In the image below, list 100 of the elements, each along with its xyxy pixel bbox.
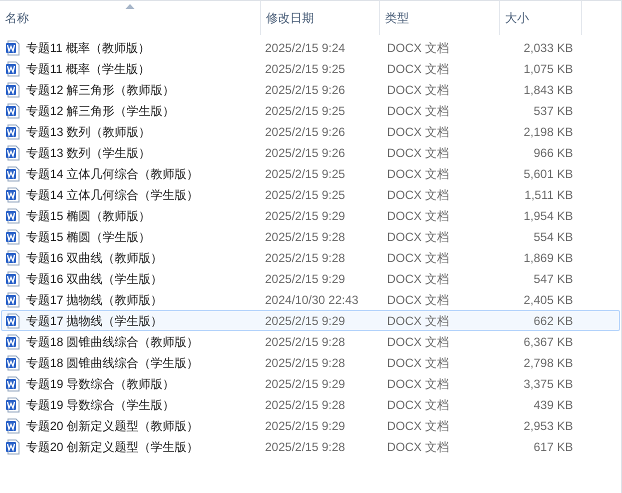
file-name: 专题12 解三角形（学生版） [26,102,175,120]
modified-date: 2025/2/15 9:26 [264,124,346,140]
file-type: DOCX 文档 [386,438,450,456]
file-type: DOCX 文档 [386,208,450,224]
file-type: DOCX 文档 [386,334,450,350]
word-document-icon [5,418,21,434]
file-name: 专题18 圆锥曲线综合（教师版） [26,334,199,350]
file-row[interactable]: 专题14 立体几何综合（教师版） 2025/2/15 9:25 DOCX 文档 5,601 KB [1,163,620,184]
file-row[interactable]: 专题18 圆锥曲线综合（教师版） 2025/2/15 9:28 DOCX 文档 6,367 KB [1,331,620,352]
file-name: 专题19 导数综合（学生版） [26,396,175,414]
file-size: 2,198 KB [522,124,573,140]
file-row[interactable]: 专题17 抛物线（教师版） 2024/10/30 22:43 DOCX 文档 2,405 KB [1,289,620,310]
file-name: 专题12 解三角形（教师版） [26,82,175,98]
file-row[interactable]: 专题12 解三角形（学生版） 2025/2/15 9:25 DOCX 文档 537 KB [1,100,620,121]
file-row[interactable]: 专题15 椭圆（教师版） 2025/2/15 9:29 DOCX 文档 1,954 KB [1,205,620,226]
word-document-icon [5,60,21,76]
file-type: DOCX 文档 [386,376,450,392]
word-document-icon [5,228,21,244]
file-size: 3,375 KB [522,376,573,392]
file-size: 1,954 KB [522,208,573,224]
word-document-icon [5,312,21,328]
file-row[interactable]: 专题12 解三角形（教师版） 2025/2/15 9:26 DOCX 文档 1,843 KB [1,79,620,100]
file-name: 专题17 抛物线（学生版） [26,312,163,330]
file-size: 2,798 KB [522,354,573,372]
file-row[interactable]: 专题11 概率（教师版） 2025/2/15 9:24 DOCX 文档 2,033 KB [1,37,620,58]
file-row[interactable]: 专题16 双曲线（学生版） 2025/2/15 9:29 DOCX 文档 547 KB [1,268,620,289]
file-name: 专题16 双曲线（学生版） [26,270,163,288]
file-row[interactable]: 专题18 圆锥曲线综合（学生版） 2025/2/15 9:28 DOCX 文档 2,798 KB [1,352,620,373]
modified-date: 2025/2/15 9:28 [264,438,346,456]
file-name: 专题15 椭圆（教师版） [26,208,151,224]
file-row[interactable]: 专题15 椭圆（学生版） 2025/2/15 9:28 DOCX 文档 554 KB [1,226,620,247]
file-row[interactable]: 专题19 导数综合（教师版） 2025/2/15 9:29 DOCX 文档 3,375 KB [1,373,620,394]
file-size: 2,405 KB [522,292,573,308]
file-size: 439 KB [532,396,573,414]
file-type: DOCX 文档 [386,292,450,308]
column-header[interactable]: 名称 [0,1,261,35]
file-type: DOCX 文档 [386,82,450,98]
modified-date: 2025/2/15 9:25 [264,102,346,120]
file-size: 617 KB [532,438,573,456]
file-size: 1,869 KB [522,250,573,266]
file-type: DOCX 文档 [386,124,450,140]
file-type: DOCX 文档 [386,102,450,120]
file-name: 专题13 数列（教师版） [26,124,151,140]
file-row[interactable]: 专题11 概率（学生版） 2025/2/15 9:25 DOCX 文档 1,075 KB [1,58,620,79]
file-name: 专题16 双曲线（教师版） [26,250,163,266]
modified-date: 2025/2/15 9:29 [264,208,346,224]
file-type: DOCX 文档 [386,250,450,266]
file-row[interactable]: 专题20 创新定义题型（教师版） 2025/2/15 9:29 DOCX 文档 2,953 KB [1,415,620,436]
file-row[interactable]: 专题13 数列（教师版） 2025/2/15 9:26 DOCX 文档 2,198 KB [1,121,620,142]
file-type: DOCX 文档 [386,166,450,182]
column-header[interactable]: 修改日期 [261,1,380,35]
file-row[interactable]: 专题17 抛物线（学生版） 2025/2/15 9:29 DOCX 文档 662 KB [1,310,620,331]
modified-date: 2025/2/15 9:26 [264,144,346,162]
modified-date: 2025/2/15 9:28 [264,354,346,372]
modified-date: 2025/2/15 9:25 [264,166,346,182]
file-row[interactable]: 专题19 导数综合（学生版） 2025/2/15 9:28 DOCX 文档 439 KB [1,394,620,415]
file-type: DOCX 文档 [386,228,450,246]
column-header[interactable]: 类型 [380,1,500,35]
file-size: 1,511 KB [524,186,573,204]
file-name: 专题15 椭圆（学生版） [26,228,151,246]
file-size: 966 KB [532,144,573,162]
word-document-icon [5,186,21,202]
file-name: 专题19 导数综合（教师版） [26,376,175,392]
file-size: 537 KB [532,102,573,120]
modified-date: 2025/2/15 9:25 [264,60,346,78]
file-size: 547 KB [532,270,573,288]
file-size: 1,843 KB [522,82,573,98]
file-row[interactable]: 专题13 数列（学生版） 2025/2/15 9:26 DOCX 文档 966 KB [1,142,620,163]
modified-date: 2025/2/15 9:25 [264,186,346,204]
modified-date: 2025/2/15 9:29 [264,376,346,392]
file-type: DOCX 文档 [386,144,450,162]
word-document-icon [5,334,21,350]
file-type: DOCX 文档 [386,312,450,330]
file-type: DOCX 文档 [386,40,450,56]
file-size: 1,075 KB [522,60,573,78]
file-name: 专题11 概率（教师版） [26,40,150,56]
word-document-icon [5,270,21,286]
word-document-icon [5,250,21,266]
file-row[interactable]: 专题16 双曲线（教师版） 2025/2/15 9:28 DOCX 文档 1,869 KB [1,247,620,268]
word-document-icon [5,40,21,56]
file-row[interactable]: 专题20 创新定义题型（学生版） 2025/2/15 9:28 DOCX 文档 617 KB [1,436,620,457]
modified-date: 2024/10/30 22:43 [264,292,360,308]
file-size: 662 KB [532,312,573,330]
file-name: 专题17 抛物线（教师版） [26,292,163,308]
file-type: DOCX 文档 [386,60,450,78]
modified-date: 2025/2/15 9:28 [264,334,346,350]
word-document-icon [5,396,21,412]
file-name: 专题14 立体几何综合（学生版） [26,186,199,204]
word-document-icon [5,438,21,454]
file-size: 2,033 KB [522,40,573,56]
file-name: 专题20 创新定义题型（学生版） [26,438,199,456]
modified-date: 2025/2/15 9:28 [264,228,346,246]
file-size: 2,953 KB [522,418,573,434]
file-name: 专题20 创新定义题型（教师版） [26,418,199,434]
word-document-icon [5,144,21,160]
modified-date: 2025/2/15 9:29 [264,270,346,288]
word-document-icon [5,376,21,392]
modified-date: 2025/2/15 9:24 [264,40,346,56]
file-row[interactable]: 专题14 立体几何综合（学生版） 2025/2/15 9:25 DOCX 文档 1,511 KB [1,184,620,205]
column-header[interactable]: 大小 [500,1,582,35]
